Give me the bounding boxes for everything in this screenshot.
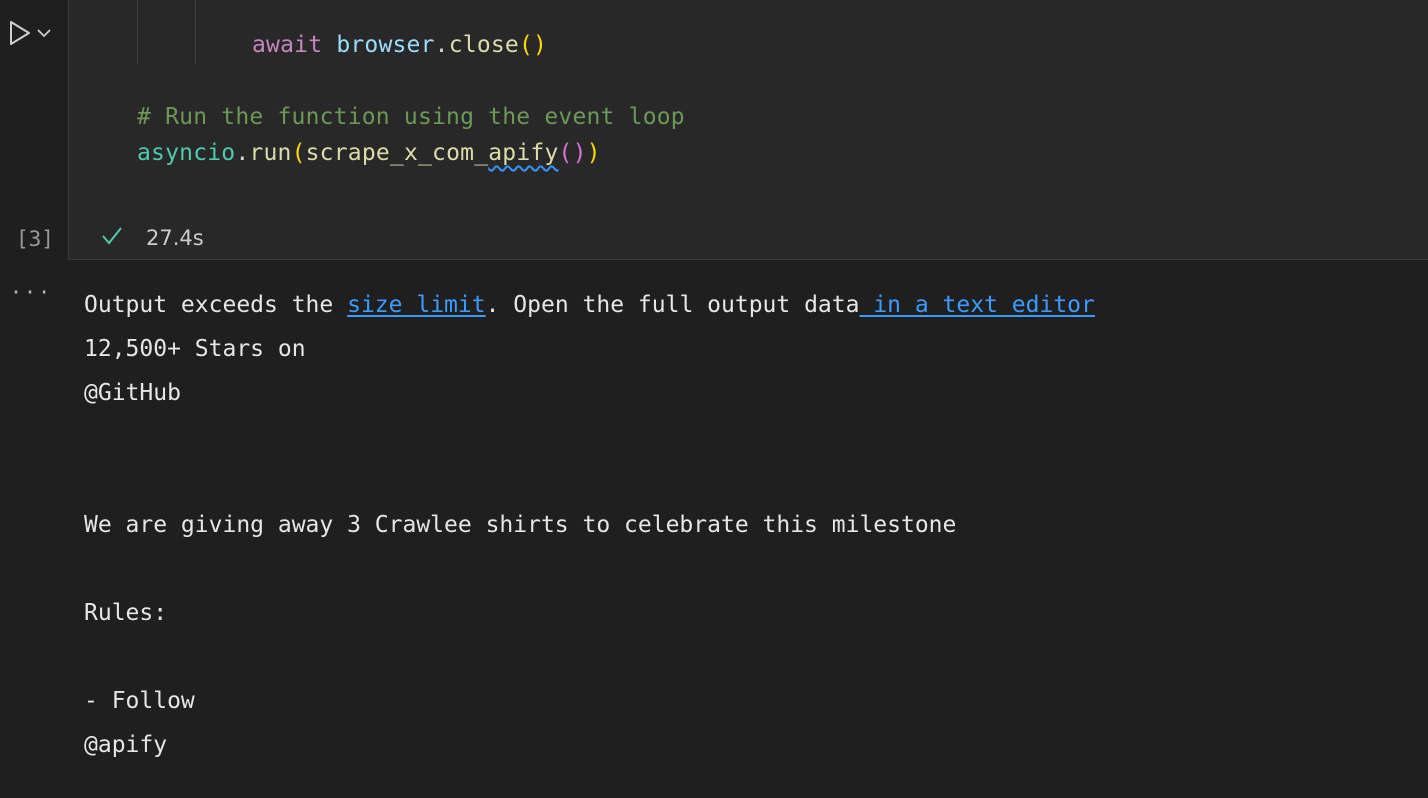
- notice-text: . Open the full output data: [485, 292, 860, 318]
- output-line: - Follow: [84, 688, 195, 714]
- dot: .: [434, 32, 449, 58]
- paren: (: [518, 32, 534, 58]
- run-cell-controls[interactable]: [8, 18, 68, 48]
- function-scrape-b[interactable]: apify: [488, 140, 558, 166]
- cell-output: Output exceeds the size limit. Open the …: [84, 283, 1404, 767]
- paren: ): [586, 140, 601, 166]
- identifier-browser: browser: [336, 32, 435, 58]
- code-line-comment[interactable]: # Run the function using the event loop: [137, 102, 685, 132]
- indent-guide: [195, 0, 196, 64]
- open-in-text-editor-link[interactable]: in a text editor: [859, 292, 1095, 318]
- output-more-actions-icon[interactable]: ···: [10, 280, 52, 304]
- cell-status: 27.4s: [100, 224, 204, 252]
- output-line: @GitHub: [84, 380, 181, 406]
- code-line-await-close[interactable]: await browser.close(): [252, 30, 547, 60]
- chevron-down-icon[interactable]: [36, 28, 52, 38]
- run-cell-icon[interactable]: [8, 20, 32, 46]
- paren: (: [558, 140, 573, 166]
- output-line: 12,500+ Stars on: [84, 336, 306, 362]
- output-line: We are giving away 3 Crawlee shirts to c…: [84, 512, 957, 538]
- module-asyncio: asyncio: [137, 140, 236, 166]
- function-close: close: [448, 32, 519, 58]
- notebook-editor: await browser.close() # Run the function…: [0, 0, 1428, 798]
- notice-text: Output exceeds the: [84, 292, 348, 318]
- indent-guide: [137, 0, 138, 64]
- function-scrape-a: scrape_x_com_: [305, 140, 489, 166]
- paren: ): [572, 140, 587, 166]
- execution-duration: 27.4s: [146, 226, 204, 250]
- check-icon: [100, 225, 124, 251]
- execution-count: [3]: [16, 227, 54, 251]
- paren: ): [533, 32, 548, 58]
- size-limit-link[interactable]: size limit: [347, 292, 485, 318]
- output-line: @apify: [84, 732, 168, 758]
- paren: (: [291, 140, 306, 166]
- dot: .: [235, 140, 250, 166]
- code-line-asyncio-run[interactable]: asyncio.run(scrape_x_com_apify()): [137, 138, 601, 168]
- output-line: Rules:: [84, 600, 168, 626]
- keyword-await: await: [252, 32, 323, 58]
- function-run: run: [249, 140, 292, 166]
- code-cell[interactable]: await browser.close() # Run the function…: [68, 0, 1428, 260]
- output-truncation-notice: Output exceeds the size limit. Open the …: [84, 283, 1404, 327]
